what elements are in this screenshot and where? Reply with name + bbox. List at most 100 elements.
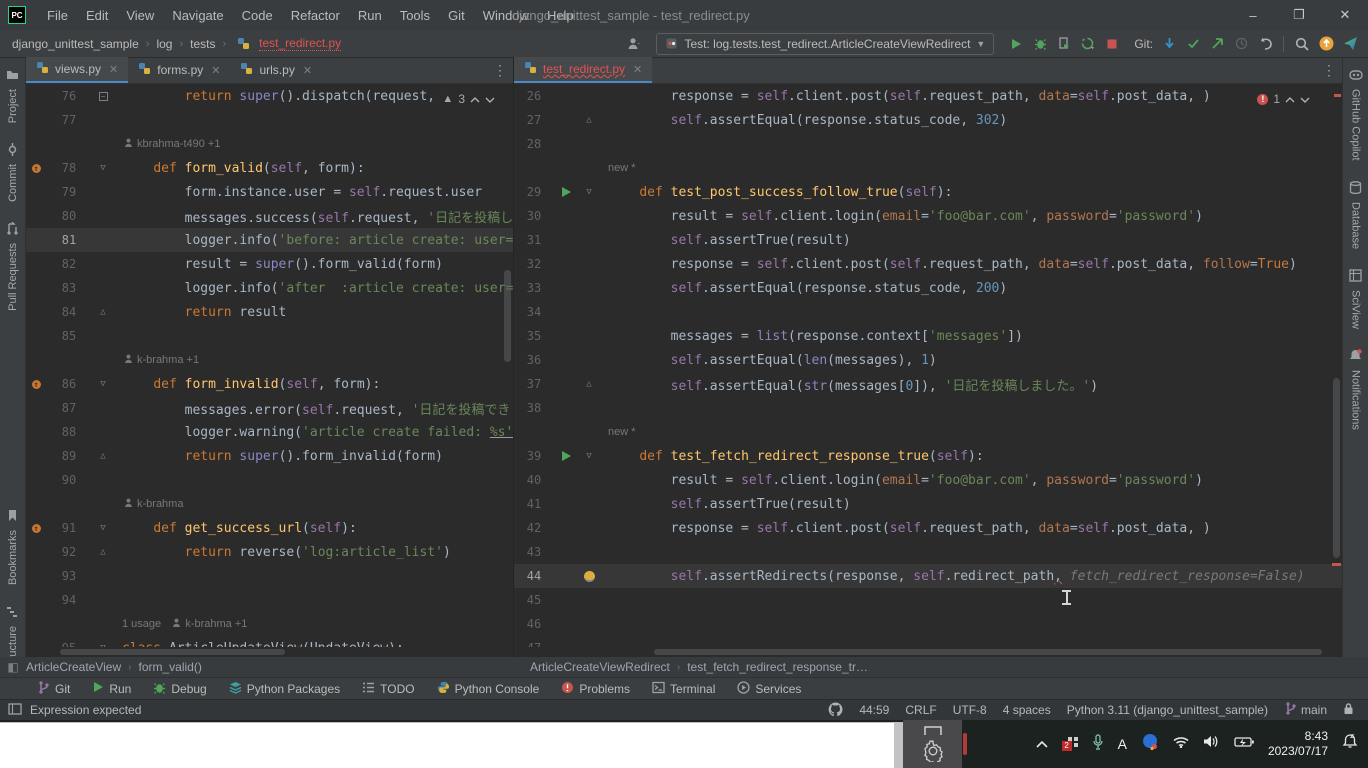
code-line-27[interactable]: 27△ self.assertEqual(response.status_cod… xyxy=(514,108,1342,132)
user-icon[interactable] xyxy=(622,33,646,55)
breadcrumb-right[interactable]: ArticleCreateViewRedirect›test_fetch_red… xyxy=(530,660,868,674)
minimize-button[interactable]: – xyxy=(1230,0,1276,30)
fold-marker[interactable]: ▽ xyxy=(92,163,114,173)
fold-marker[interactable]: △ xyxy=(578,115,600,125)
tab-test_redirect-py[interactable]: test_redirect.py✕ xyxy=(514,57,652,83)
tool-window-button-git[interactable]: Git xyxy=(26,678,81,700)
close-icon[interactable]: ✕ xyxy=(303,64,312,77)
menu-run[interactable]: Run xyxy=(349,0,391,30)
tab-options-kebab-icon[interactable]: ⋮ xyxy=(1322,62,1336,79)
tool-window-button-debug[interactable]: Debug xyxy=(142,678,217,700)
tool-stripe-bookmarks[interactable]: Bookmarks xyxy=(0,499,25,595)
scrollbar-horizontal[interactable] xyxy=(654,649,1322,655)
scrollbar-vertical[interactable] xyxy=(504,270,511,362)
stop-button[interactable] xyxy=(1100,33,1124,55)
breadcrumb-item[interactable]: tests xyxy=(188,37,217,51)
fold-marker[interactable]: ▽ xyxy=(92,379,114,389)
code-line-91[interactable]: ↑91▽ def get_success_url(self): xyxy=(26,516,513,540)
menu-file[interactable]: File xyxy=(38,0,77,30)
code-line-29[interactable]: 29▽ def test_post_success_follow_true(se… xyxy=(514,180,1342,204)
breadcrumb-item[interactable]: ArticleCreateView xyxy=(26,660,121,674)
fold-marker[interactable]: ▽ xyxy=(92,643,114,647)
run-configuration-select[interactable]: Test: log.tests.test_redirect.ArticleCre… xyxy=(656,33,995,55)
browser-tray-icon[interactable] xyxy=(1141,733,1159,756)
breadcrumb-item[interactable]: form_valid() xyxy=(139,660,202,674)
code-vision-annotation[interactable]: new * xyxy=(514,156,1342,180)
tool-window-button-run[interactable]: Run xyxy=(81,678,142,700)
editor-right[interactable]: 26 response = self.client.post(self.requ… xyxy=(514,84,1342,647)
code-line-28[interactable]: 28 xyxy=(514,132,1342,156)
code-line-84[interactable]: 84△ return result xyxy=(26,300,513,324)
close-button[interactable]: ✕ xyxy=(1322,0,1368,30)
code-line-44[interactable]: 44 self.assertRedirects(response, self.r… xyxy=(514,564,1342,588)
menu-navigate[interactable]: Navigate xyxy=(163,0,232,30)
search-everywhere-button[interactable] xyxy=(1290,33,1314,55)
run-test-gutter[interactable] xyxy=(554,451,578,461)
inspection-widget-left[interactable]: ▲ 3 xyxy=(438,90,499,108)
code-line-47[interactable]: 47 xyxy=(514,636,1342,647)
code-line-46[interactable]: 46 xyxy=(514,612,1342,636)
line-ending[interactable]: CRLF xyxy=(905,703,936,717)
restore-button[interactable]: ❐ xyxy=(1276,0,1322,30)
run-button[interactable] xyxy=(1004,33,1028,55)
author-annotation[interactable]: k-brahma xyxy=(137,498,183,510)
code-line-78[interactable]: ↑78▽ def form_valid(self, form): xyxy=(26,156,513,180)
code-line-89[interactable]: 89△ return super().form_invalid(form) xyxy=(26,444,513,468)
code-line-45[interactable]: 45 xyxy=(514,588,1342,612)
menu-tools[interactable]: Tools xyxy=(391,0,439,30)
code-with-me-icon[interactable] xyxy=(1338,33,1362,55)
tool-stripe-pull-requests[interactable]: Pull Requests xyxy=(0,212,25,321)
ime-mode-indicator[interactable]: A xyxy=(1118,736,1127,752)
next-error-icon[interactable] xyxy=(1300,92,1310,106)
code-line-37[interactable]: 37△ self.assertEqual(str(messages[0]), '… xyxy=(514,372,1342,396)
background-window[interactable] xyxy=(0,722,903,768)
battery-icon[interactable] xyxy=(1234,735,1254,753)
gear-icon[interactable] xyxy=(922,740,944,767)
scrollbar-horizontal[interactable] xyxy=(60,649,285,655)
usages-annotation[interactable]: 1 usage xyxy=(122,618,170,630)
hidden-icons-chevron[interactable] xyxy=(1036,735,1048,753)
code-line-79[interactable]: 79 form.instance.user = self.request.use… xyxy=(26,180,513,204)
caret-position[interactable]: 44:59 xyxy=(859,703,889,717)
code-vision-annotation[interactable]: new * xyxy=(514,420,1342,444)
tool-stripe-database[interactable]: Database xyxy=(1343,171,1368,259)
code-line-93[interactable]: 93 xyxy=(26,564,513,588)
code-line-86[interactable]: ↑86▽ def form_invalid(self, form): xyxy=(26,372,513,396)
code-vision-annotation[interactable]: kbrahma-t490 +1 xyxy=(26,132,513,156)
app-badge-icon[interactable]: 2 xyxy=(1062,737,1078,751)
wifi-icon[interactable] xyxy=(1173,735,1189,753)
prev-warning-icon[interactable] xyxy=(470,92,480,106)
tool-stripe-commit[interactable]: Commit xyxy=(0,133,25,212)
background-window-scrollbar[interactable] xyxy=(894,723,903,768)
tool-stripe-sciview[interactable]: SciView xyxy=(1343,259,1368,339)
close-icon[interactable]: ✕ xyxy=(109,63,118,76)
focus-assist-bell-icon[interactable] xyxy=(1342,734,1358,754)
author-annotation[interactable]: k-brahma +1 xyxy=(137,354,199,366)
layout-icon[interactable] xyxy=(0,703,30,718)
code-line-38[interactable]: 38 xyxy=(514,396,1342,420)
update-available-icon[interactable] xyxy=(1314,33,1338,55)
profiler-button[interactable] xyxy=(1076,33,1100,55)
author-annotation[interactable]: kbrahma-t490 +1 xyxy=(137,138,220,150)
lock-icon[interactable] xyxy=(1343,702,1354,718)
git-update-button[interactable] xyxy=(1157,33,1181,55)
code-line-85[interactable]: 85 xyxy=(26,324,513,348)
code-line-92[interactable]: 92△ return reverse('log:article_list') xyxy=(26,540,513,564)
close-icon[interactable]: ✕ xyxy=(633,63,642,76)
menu-view[interactable]: View xyxy=(117,0,163,30)
microphone-icon[interactable] xyxy=(1092,734,1104,755)
debug-button[interactable] xyxy=(1028,33,1052,55)
code-line-36[interactable]: 36 self.assertEqual(len(messages), 1) xyxy=(514,348,1342,372)
code-vision-annotation[interactable]: 1 usage k-brahma +1 xyxy=(26,612,513,636)
code-line-40[interactable]: 40 result = self.client.login(email='foo… xyxy=(514,468,1342,492)
fold-marker[interactable]: △ xyxy=(92,307,114,317)
clock[interactable]: 8:43 2023/07/17 xyxy=(1268,729,1328,759)
code-line-34[interactable]: 34 xyxy=(514,300,1342,324)
fold-marker[interactable]: △ xyxy=(92,451,114,461)
grid-icon[interactable]: ◧ xyxy=(0,660,26,674)
fold-marker[interactable]: △ xyxy=(92,547,114,557)
copilot-status-icon[interactable] xyxy=(828,702,843,719)
breadcrumb-left[interactable]: ArticleCreateView›form_valid() xyxy=(26,660,202,674)
menu-edit[interactable]: Edit xyxy=(77,0,117,30)
code-line-35[interactable]: 35 messages = list(response.context['mes… xyxy=(514,324,1342,348)
